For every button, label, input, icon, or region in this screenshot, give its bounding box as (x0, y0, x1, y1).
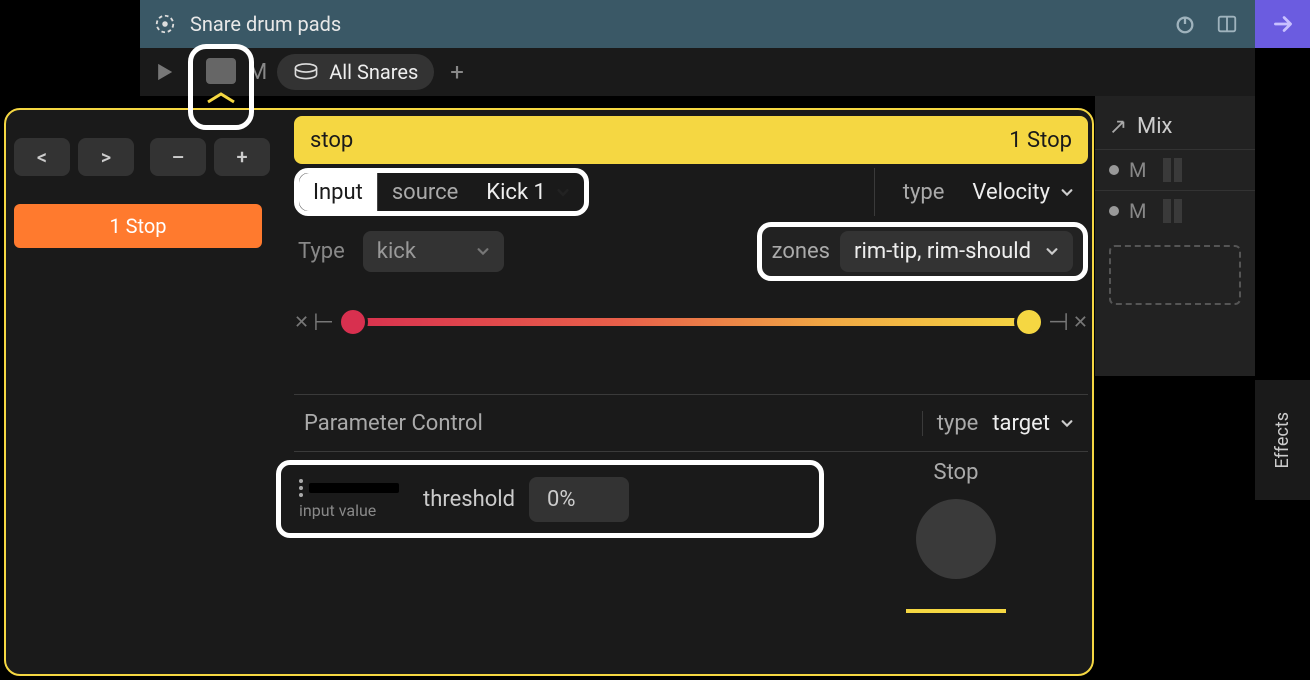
toolbar: M All Snares + (140, 48, 1255, 96)
mix-mute[interactable]: M (1129, 199, 1153, 223)
type-dropdown[interactable]: Velocity (958, 180, 1088, 205)
zones-dropdown[interactable]: rim-tip, rim-should (840, 231, 1073, 272)
chevron-down-icon (1045, 244, 1059, 258)
mute-label[interactable]: M (248, 60, 267, 85)
play-icon[interactable] (150, 58, 178, 86)
slider-handle-max[interactable] (1014, 307, 1044, 337)
drag-handle-icon[interactable] (299, 479, 303, 497)
active-indicator (906, 609, 1006, 613)
level-meter-icon (1163, 199, 1182, 223)
zones-value: rim-tip, rim-should (854, 239, 1031, 264)
highlight-box: input value threshold 0% (276, 460, 824, 538)
bracket-right-icon: ⊣ (1048, 308, 1069, 336)
target-knob[interactable] (916, 499, 996, 579)
expand-icon[interactable] (1109, 118, 1127, 136)
type-label: type (889, 180, 959, 205)
mix-mute[interactable]: M (1129, 158, 1153, 182)
input-label: Input (299, 173, 377, 211)
chevron-down-icon (1060, 416, 1074, 430)
close-icon[interactable]: ✕ (294, 312, 309, 333)
input-value-label: input value (299, 501, 376, 520)
plus-button[interactable]: + (214, 138, 270, 176)
chevron-down-icon (476, 244, 490, 258)
stop-tag-button[interactable]: 1 Stop (14, 204, 262, 248)
mix-row[interactable]: M (1095, 149, 1255, 190)
highlight-box: Input source Kick 1 (294, 168, 589, 216)
threshold-label: threshold (423, 487, 515, 512)
kick-dropdown[interactable]: kick (363, 231, 504, 272)
chevron-down-icon (556, 185, 570, 199)
section-name: stop (310, 128, 353, 153)
effects-label: Effects (1272, 412, 1293, 469)
panels-icon[interactable] (1213, 10, 1241, 38)
param-title: Parameter Control (294, 411, 922, 436)
mix-title: Mix (1137, 114, 1172, 139)
param-type-dropdown[interactable]: target (992, 411, 1074, 436)
stop-marker-icon (206, 92, 236, 104)
level-meter-icon (1163, 158, 1182, 182)
header-title: Snare drum pads (190, 12, 341, 36)
add-button[interactable]: + (450, 58, 464, 86)
close-icon[interactable]: ✕ (1073, 312, 1088, 333)
mix-row[interactable]: M (1095, 190, 1255, 231)
param-type-label: type (937, 411, 979, 436)
drop-zone[interactable] (1109, 245, 1241, 305)
effects-tab[interactable]: Effects (1255, 380, 1310, 500)
slider-track[interactable] (344, 318, 1038, 326)
threshold-input[interactable]: 0% (529, 477, 629, 522)
source-dropdown[interactable]: Kick 1 (472, 173, 584, 211)
power-icon[interactable] (1171, 10, 1199, 38)
stop-target-label: Stop (934, 460, 979, 485)
editor-panel: < > – + 1 Stop stop 1 Stop Input source … (4, 108, 1094, 676)
next-button[interactable]: > (78, 138, 134, 176)
slider-handle-min[interactable] (338, 307, 368, 337)
status-dot-icon (1109, 165, 1119, 175)
input-meter (309, 483, 399, 493)
minus-button[interactable]: – (150, 138, 206, 176)
forward-button[interactable] (1255, 0, 1310, 48)
section-instance: 1 Stop (1009, 128, 1072, 153)
prev-button[interactable]: < (14, 138, 70, 176)
pill-label: All Snares (329, 60, 418, 84)
stop-button[interactable] (206, 58, 236, 84)
mix-panel: Mix M M (1095, 96, 1255, 376)
snares-pill[interactable]: All Snares (277, 54, 434, 90)
status-dot-icon (1109, 206, 1119, 216)
param-type-value: target (992, 411, 1050, 436)
drum-icon (293, 62, 319, 82)
app-header: Snare drum pads (140, 0, 1255, 48)
velocity-slider[interactable]: ✕ ⊢ ⊣ ✕ (294, 302, 1088, 342)
section-header: stop 1 Stop (294, 116, 1088, 164)
type-label-2: Type (294, 239, 349, 264)
type-value: Velocity (972, 180, 1050, 205)
target-icon (154, 13, 176, 35)
bracket-left-icon: ⊢ (313, 308, 334, 336)
chevron-down-icon (1060, 185, 1074, 199)
zones-label: zones (772, 239, 830, 264)
source-label: source (377, 173, 472, 211)
target-area: Stop (824, 452, 1088, 651)
source-value: Kick 1 (486, 180, 546, 205)
kick-value: kick (377, 239, 416, 264)
highlight-box: zones rim-tip, rim-should (757, 222, 1088, 281)
